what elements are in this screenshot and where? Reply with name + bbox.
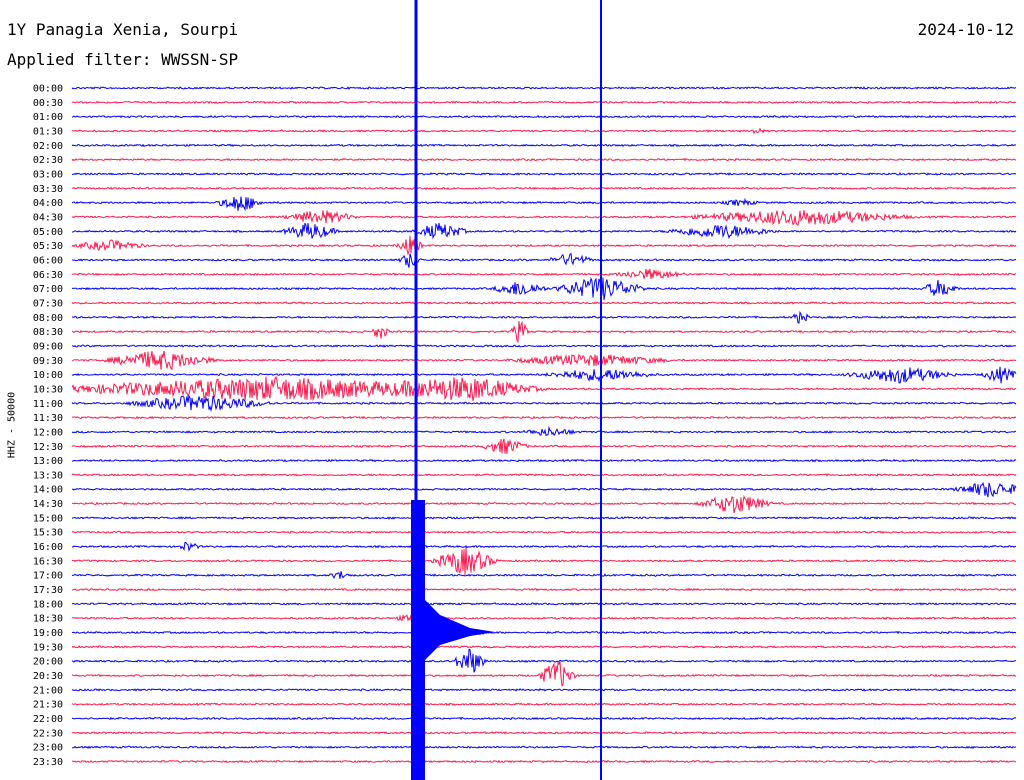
trace-label: 12:00 (33, 427, 63, 438)
trace-label: 06:00 (33, 255, 63, 266)
seismic-trace (71, 716, 1017, 721)
trace-label: 01:30 (33, 126, 63, 137)
trace-label: 05:30 (33, 241, 63, 252)
trace-label: 19:00 (33, 628, 63, 639)
trace-label: 03:30 (33, 184, 63, 195)
seismic-trace (71, 458, 1017, 463)
trace-label: 08:30 (33, 327, 63, 338)
seismic-trace (71, 495, 1017, 514)
seismic-trace (71, 235, 1017, 256)
seismic-trace (71, 648, 1017, 673)
seismic-trace (71, 196, 1017, 212)
seismic-trace (71, 310, 1017, 324)
trace-label: 11:00 (33, 399, 63, 410)
trace-label: 21:00 (33, 685, 63, 696)
trace-label: 13:30 (33, 470, 63, 481)
trace-label: 10:00 (33, 370, 63, 381)
trace-label: 17:30 (33, 585, 63, 596)
trace-label: 23:00 (33, 743, 63, 754)
trace-label: 18:30 (33, 614, 63, 625)
seismic-trace (71, 481, 1017, 498)
trace-label: 00:00 (33, 84, 63, 95)
trace-label: 14:30 (33, 499, 63, 510)
event-coda (425, 600, 495, 660)
seismic-trace (71, 627, 1017, 638)
trace-label: 04:30 (33, 212, 63, 223)
seismic-trace (71, 268, 1017, 279)
seismic-trace (71, 602, 1017, 606)
trace-label: 09:00 (33, 341, 63, 352)
seismic-trace (71, 587, 1017, 592)
seismic-trace (71, 661, 1017, 687)
trace-label: 22:30 (33, 728, 63, 739)
seismic-trace (71, 425, 1017, 437)
seismic-trace (71, 320, 1017, 344)
seismic-trace (72, 745, 1017, 750)
trace-label: 23:30 (33, 757, 63, 768)
helicorder-plot: 00:00 00:30 01:00 01:30 02:00 02:30 03:00 03:30… (33, 0, 1017, 780)
seismic-trace (71, 366, 1017, 384)
trace-label: 16:30 (33, 556, 63, 567)
trace-label: 13:00 (33, 456, 63, 467)
trace-label: 02:00 (33, 141, 63, 152)
trace-label: 20:00 (33, 657, 63, 668)
seismic-trace (71, 157, 1017, 162)
seismic-trace (71, 759, 1016, 764)
seismic-trace (72, 571, 1017, 580)
seismic-trace (71, 127, 1017, 135)
seismic-trace (71, 350, 1017, 371)
seismic-trace (71, 730, 1017, 735)
trace-label: 09:30 (33, 356, 63, 367)
trace-label: 18:00 (33, 599, 63, 610)
seismic-trace (71, 472, 1017, 477)
trace-label: 04:00 (33, 198, 63, 209)
trace-label: 15:30 (33, 528, 63, 539)
trace-label: 20:30 (33, 671, 63, 682)
trace-label: 07:30 (33, 298, 63, 309)
event-spike-line (600, 0, 602, 780)
seismic-trace (71, 541, 1017, 552)
trace-label: 07:00 (33, 284, 63, 295)
trace-label: 06:30 (33, 270, 63, 281)
trace-label: 15:00 (33, 513, 63, 524)
seismic-trace (72, 613, 1017, 622)
trace-label: 10:30 (33, 384, 63, 395)
seismic-trace (71, 86, 1017, 90)
seismic-trace (71, 252, 1017, 268)
seismic-trace (71, 644, 1017, 649)
seismic-trace (71, 186, 1017, 191)
seismic-trace (71, 546, 1017, 575)
trace-label: 16:00 (33, 542, 63, 553)
trace-label: 21:30 (33, 700, 63, 711)
seismic-trace (71, 438, 1017, 455)
seismic-trace (71, 702, 1017, 707)
trace-label: 19:30 (33, 642, 63, 653)
trace-label: 17:00 (33, 571, 63, 582)
trace-label: 14:00 (33, 485, 63, 496)
seismic-trace (71, 516, 1017, 520)
seismic-trace (72, 222, 1017, 240)
seismic-trace (71, 100, 1017, 105)
seismic-trace (71, 301, 1017, 305)
trace-label: 05:00 (33, 227, 63, 238)
seismic-trace (71, 172, 1017, 176)
seismic-trace (71, 114, 1017, 119)
seismic-trace (71, 530, 1017, 535)
seismic-trace (71, 688, 1017, 692)
trace-label: 08:00 (33, 313, 63, 324)
trace-label: 22:00 (33, 714, 63, 725)
seismic-trace (71, 143, 1017, 148)
trace-label: 03:00 (33, 169, 63, 180)
seismic-trace (71, 394, 1017, 413)
seismic-trace (71, 415, 1017, 420)
trace-label: 02:30 (33, 155, 63, 166)
seismic-trace (71, 209, 1017, 227)
trace-label: 12:30 (33, 442, 63, 453)
trace-label: 00:30 (33, 98, 63, 109)
event-saturation-band (411, 500, 425, 780)
trace-label: 01:00 (33, 112, 63, 123)
seismic-trace (71, 276, 1017, 301)
seismic-trace (71, 344, 1017, 348)
trace-label: 11:30 (33, 413, 63, 424)
